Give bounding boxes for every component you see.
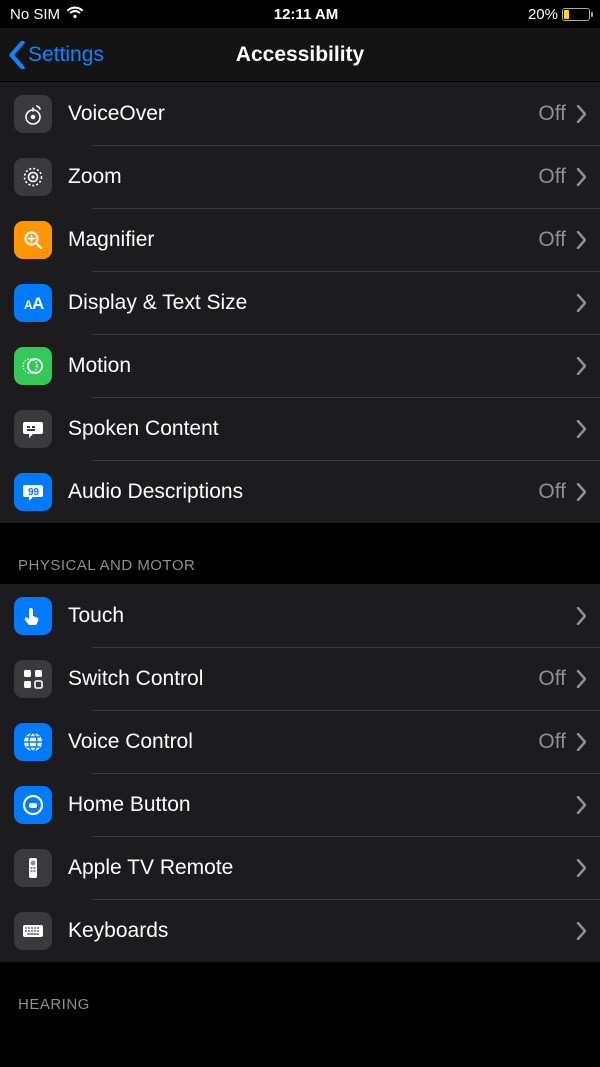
battery-percent-label: 20%	[528, 6, 558, 23]
row-label: Keyboards	[68, 919, 576, 943]
zoom-icon	[14, 158, 52, 196]
chevron-right-icon	[576, 733, 586, 751]
chevron-right-icon	[576, 859, 586, 877]
chevron-right-icon	[576, 796, 586, 814]
row-apple-tv-remote[interactable]: Apple TV Remote	[0, 836, 600, 899]
row-value: Off	[538, 228, 566, 252]
chevron-right-icon	[576, 420, 586, 438]
voicectrl-icon	[14, 723, 52, 761]
touch-icon	[14, 597, 52, 635]
back-label: Settings	[28, 43, 104, 67]
row-label: Switch Control	[68, 667, 538, 691]
row-magnifier[interactable]: MagnifierOff	[0, 208, 600, 271]
row-value: Off	[538, 102, 566, 126]
row-value: Off	[538, 667, 566, 691]
row-touch[interactable]: Touch	[0, 584, 600, 647]
chevron-left-icon	[8, 41, 26, 69]
status-left: No SIM	[10, 6, 84, 23]
row-value: Off	[538, 165, 566, 189]
row-value: Off	[538, 480, 566, 504]
row-zoom[interactable]: ZoomOff	[0, 145, 600, 208]
row-voiceover[interactable]: VoiceOverOff	[0, 82, 600, 145]
row-label: Touch	[68, 604, 576, 628]
switch-icon	[14, 660, 52, 698]
row-label: Home Button	[68, 793, 576, 817]
status-bar: No SIM 12:11 AM 20%	[0, 0, 600, 28]
row-label: Motion	[68, 354, 576, 378]
row-home-button[interactable]: Home Button	[0, 773, 600, 836]
clock-label: 12:11 AM	[274, 6, 338, 23]
row-label: Display & Text Size	[68, 291, 576, 315]
row-motion[interactable]: Motion	[0, 334, 600, 397]
row-label: VoiceOver	[68, 102, 538, 126]
section-header: HEARING	[0, 962, 600, 1023]
status-right: 20%	[528, 6, 590, 23]
chevron-right-icon	[576, 105, 586, 123]
nav-bar: Settings Accessibility	[0, 28, 600, 82]
chevron-right-icon	[576, 231, 586, 249]
chevron-right-icon	[576, 922, 586, 940]
row-keyboards[interactable]: Keyboards	[0, 899, 600, 962]
motion-icon	[14, 347, 52, 385]
battery-icon	[562, 8, 590, 21]
keyboard-icon	[14, 912, 52, 950]
section-header: PHYSICAL AND MOTOR	[0, 523, 600, 584]
row-voice-control[interactable]: Voice ControlOff	[0, 710, 600, 773]
settings-group: VoiceOverOffZoomOffMagnifierOffDisplay &…	[0, 82, 600, 523]
wifi-icon	[66, 6, 84, 23]
row-audio-descriptions[interactable]: Audio DescriptionsOff	[0, 460, 600, 523]
back-button[interactable]: Settings	[0, 41, 104, 69]
textsize-icon	[14, 284, 52, 322]
chevron-right-icon	[576, 483, 586, 501]
row-label: Audio Descriptions	[68, 480, 538, 504]
row-label: Magnifier	[68, 228, 538, 252]
tvremote-icon	[14, 849, 52, 887]
row-display-text-size[interactable]: Display & Text Size	[0, 271, 600, 334]
speechbubble-icon	[14, 410, 52, 448]
content-scroll[interactable]: VoiceOverOffZoomOffMagnifierOffDisplay &…	[0, 82, 600, 1067]
homebtn-icon	[14, 786, 52, 824]
settings-group: TouchSwitch ControlOffVoice ControlOffHo…	[0, 584, 600, 962]
row-spoken-content[interactable]: Spoken Content	[0, 397, 600, 460]
row-label: Voice Control	[68, 730, 538, 754]
chevron-right-icon	[576, 357, 586, 375]
row-label: Apple TV Remote	[68, 856, 576, 880]
chevron-right-icon	[576, 607, 586, 625]
chevron-right-icon	[576, 670, 586, 688]
magnifier-icon	[14, 221, 52, 259]
chevron-right-icon	[576, 294, 586, 312]
row-value: Off	[538, 730, 566, 754]
voiceover-icon	[14, 95, 52, 133]
row-label: Zoom	[68, 165, 538, 189]
carrier-label: No SIM	[10, 6, 60, 23]
audiodesc-icon	[14, 473, 52, 511]
row-switch-control[interactable]: Switch ControlOff	[0, 647, 600, 710]
row-label: Spoken Content	[68, 417, 576, 441]
chevron-right-icon	[576, 168, 586, 186]
